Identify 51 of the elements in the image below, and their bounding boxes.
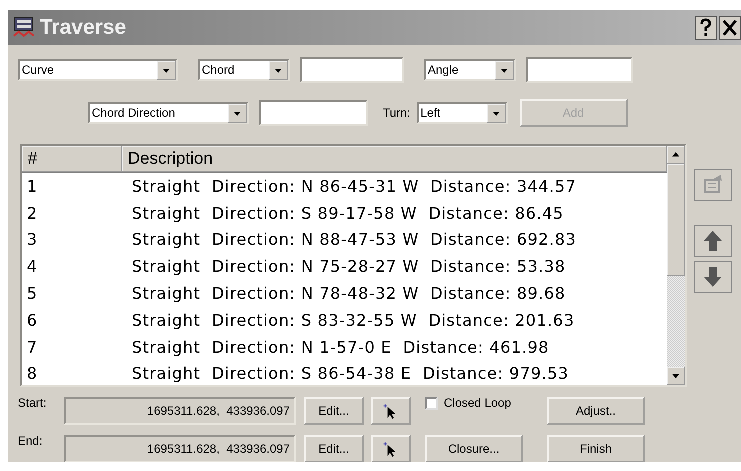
app-icon <box>12 16 36 40</box>
start-coordinates-field: 1695311.628, 433936.097 <box>64 396 296 424</box>
scroll-up-icon[interactable] <box>667 146 685 164</box>
row-number: 2 <box>26 204 39 223</box>
edit-button[interactable]: Edit... <box>304 434 364 462</box>
pick-point-button[interactable] <box>371 434 411 462</box>
end-label: End: <box>18 434 44 448</box>
row-description[interactable]: Straight Direction: S 83-32-55 W Distance: 201.63 <box>127 310 667 330</box>
close-icon[interactable] <box>719 16 741 40</box>
column-header[interactable]: Description <box>122 146 667 172</box>
turn-label: Turn: <box>383 106 411 120</box>
row-number: 8 <box>26 364 39 384</box>
closure-button[interactable]: Closure... <box>425 434 523 462</box>
edit-button[interactable]: Edit... <box>304 396 364 424</box>
dropdown-arrow-icon[interactable] <box>495 60 514 80</box>
scroll-down-icon[interactable] <box>667 367 685 385</box>
row-number: 3 <box>26 230 39 250</box>
length-input[interactable] <box>300 57 404 83</box>
row-description[interactable]: Straight Direction: N 88-47-53 W Distance: 692.83 <box>127 230 667 250</box>
type-dropdown[interactable]: Curve <box>18 59 178 81</box>
finish-button[interactable]: Finish <box>547 434 645 462</box>
row-description[interactable]: Straight Direction: S 89-17-58 W Distance: 86.45 <box>127 204 667 223</box>
start-label: Start: <box>18 396 48 410</box>
row-description[interactable]: Straight Direction: S 86-54-38 E Distance: 979.53 <box>127 364 667 384</box>
dropdown-arrow-icon[interactable] <box>486 104 506 122</box>
adjust-button[interactable]: Adjust.. <box>547 396 645 424</box>
angle-input[interactable] <box>526 57 633 83</box>
window-title: Traverse <box>40 16 128 40</box>
row-number: 4 <box>26 257 39 276</box>
row-description[interactable]: Straight Direction: N 75-28-27 W Distance: 53.38 <box>127 257 667 276</box>
row-description[interactable]: Straight Direction: N 1-57-0 E Distance: 461.98 <box>127 338 667 357</box>
dropdown-arrow-icon[interactable] <box>157 60 176 80</box>
row-number: 1 <box>26 176 39 196</box>
row-number: 5 <box>26 284 39 304</box>
closed-loop-checkbox[interactable]: Closed Loop <box>425 396 533 410</box>
row-number: 6 <box>26 310 39 330</box>
turn-dropdown[interactable]: Left <box>416 102 508 124</box>
row-description[interactable]: Straight Direction: N 78-48-32 W Distance: 89.68 <box>127 284 667 304</box>
column-header[interactable]: # <box>22 146 122 172</box>
row-number: 7 <box>26 338 39 357</box>
direction-dropdown[interactable]: Chord Direction <box>88 102 249 124</box>
angle-dropdown[interactable]: Angle <box>424 59 516 81</box>
row-description[interactable]: Straight Direction: N 86-45-31 W Distance: 344.57 <box>127 176 667 196</box>
pick-point-button[interactable] <box>371 396 411 424</box>
end-coordinates-field: 1695311.628, 433936.097 <box>64 434 296 462</box>
direction-input[interactable] <box>259 100 368 126</box>
scrollbar[interactable] <box>667 146 685 385</box>
length-dropdown[interactable]: Chord <box>198 59 290 81</box>
dropdown-arrow-icon[interactable] <box>228 104 247 122</box>
help-icon[interactable] <box>695 16 717 40</box>
dropdown-arrow-icon[interactable] <box>269 60 288 80</box>
